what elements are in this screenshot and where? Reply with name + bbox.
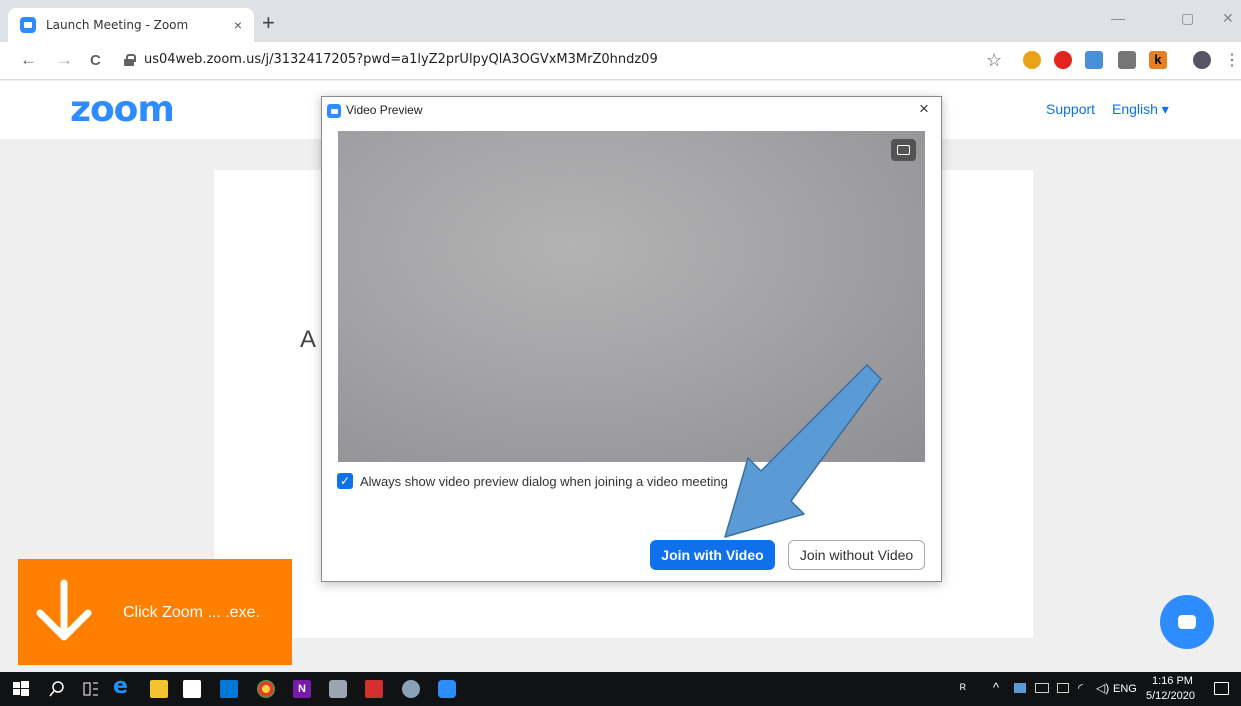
minimize-button[interactable]: — (1111, 10, 1125, 26)
download-label[interactable]: Click Zoom ... .exe. (123, 604, 260, 622)
k-extension-icon[interactable]: k (1149, 51, 1167, 69)
battery-icon[interactable] (1057, 683, 1069, 693)
zoom-favicon-icon (20, 17, 36, 33)
restore-button[interactable]: ▢ (1181, 10, 1194, 27)
file-explorer-icon[interactable] (150, 680, 168, 698)
reload-button[interactable]: C (90, 52, 101, 69)
chrome-menu-icon[interactable]: ⋮ (1224, 50, 1240, 70)
new-tab-button[interactable]: + (262, 12, 275, 34)
extension-icon[interactable] (1023, 51, 1041, 69)
volume-icon[interactable]: ◁) (1096, 681, 1109, 695)
virtual-background-icon[interactable] (891, 139, 916, 161)
forward-button[interactable]: → (56, 50, 73, 70)
dialog-title: Video Preview (346, 103, 423, 117)
launch-card-text: A (300, 326, 317, 353)
close-window-button[interactable]: ✕ (1222, 10, 1234, 27)
app-icon[interactable] (329, 680, 347, 698)
always-show-preview-label[interactable]: Always show video preview dialog when jo… (360, 474, 728, 489)
lock-icon[interactable] (124, 54, 136, 66)
task-view-icon[interactable] (82, 680, 100, 698)
download-notification[interactable]: Click Zoom ... .exe. (18, 559, 292, 665)
chat-icon (1178, 615, 1196, 629)
clock-date[interactable]: 5/12/2020 (1146, 690, 1195, 702)
onenote-icon[interactable]: N (293, 680, 311, 698)
windows-taskbar: e N ᴿ ^ ◜ ◁) ENG 1:16 PM 5/12/2020 (0, 672, 1241, 706)
tab-launch-meeting[interactable]: Launch Meeting - Zoom × (8, 8, 254, 42)
zoom-logo[interactable]: zoom (70, 89, 175, 130)
tray-device-icon[interactable] (1035, 683, 1049, 693)
address-bar[interactable]: us04web.zoom.us/j/3132417205?pwd=a1lyZ2p… (144, 52, 658, 67)
language-dropdown[interactable]: English ▾ (1112, 101, 1169, 118)
dialog-close-button[interactable]: × (919, 99, 929, 119)
wifi-icon[interactable]: ◜ (1078, 681, 1083, 695)
windows-start-icon[interactable] (12, 680, 30, 698)
tray-app-icon[interactable] (1014, 683, 1026, 693)
flash-app-icon[interactable] (365, 680, 383, 698)
download-arrow-icon (36, 579, 92, 641)
profile-avatar[interactable] (1193, 51, 1211, 69)
edge-icon[interactable]: e (113, 674, 131, 699)
back-button[interactable]: ← (20, 50, 37, 70)
browser-tab-strip: Launch Meeting - Zoom × + — ▢ ✕ (0, 0, 1241, 42)
language-indicator[interactable]: ENG (1113, 683, 1137, 695)
camera-extension-icon[interactable] (1085, 51, 1103, 69)
paint-icon[interactable] (402, 680, 420, 698)
zoom-app-icon (327, 104, 341, 118)
zoom-taskbar-icon[interactable] (438, 680, 456, 698)
extension-icon[interactable] (1118, 51, 1136, 69)
chrome-icon[interactable] (257, 680, 275, 698)
store-icon[interactable] (183, 680, 201, 698)
tab-title: Launch Meeting - Zoom (46, 18, 189, 32)
chat-support-button[interactable] (1160, 595, 1214, 649)
browser-toolbar: ← → C us04web.zoom.us/j/3132417205?pwd=a… (0, 42, 1241, 80)
search-icon[interactable] (48, 680, 66, 698)
people-icon[interactable]: ᴿ (960, 681, 966, 696)
opera-extension-icon[interactable] (1054, 51, 1072, 69)
support-link[interactable]: Support (1046, 101, 1095, 117)
always-show-preview-checkbox[interactable]: ✓ (337, 473, 353, 489)
action-center-icon[interactable] (1214, 682, 1229, 695)
mail-icon[interactable] (220, 680, 238, 698)
annotation-arrow-icon (724, 364, 882, 538)
bookmark-star-icon[interactable]: ☆ (986, 50, 1002, 71)
tab-close-icon[interactable]: × (234, 17, 242, 33)
clock-time[interactable]: 1:16 PM (1152, 675, 1193, 687)
show-hidden-icons-icon[interactable]: ^ (993, 680, 999, 695)
